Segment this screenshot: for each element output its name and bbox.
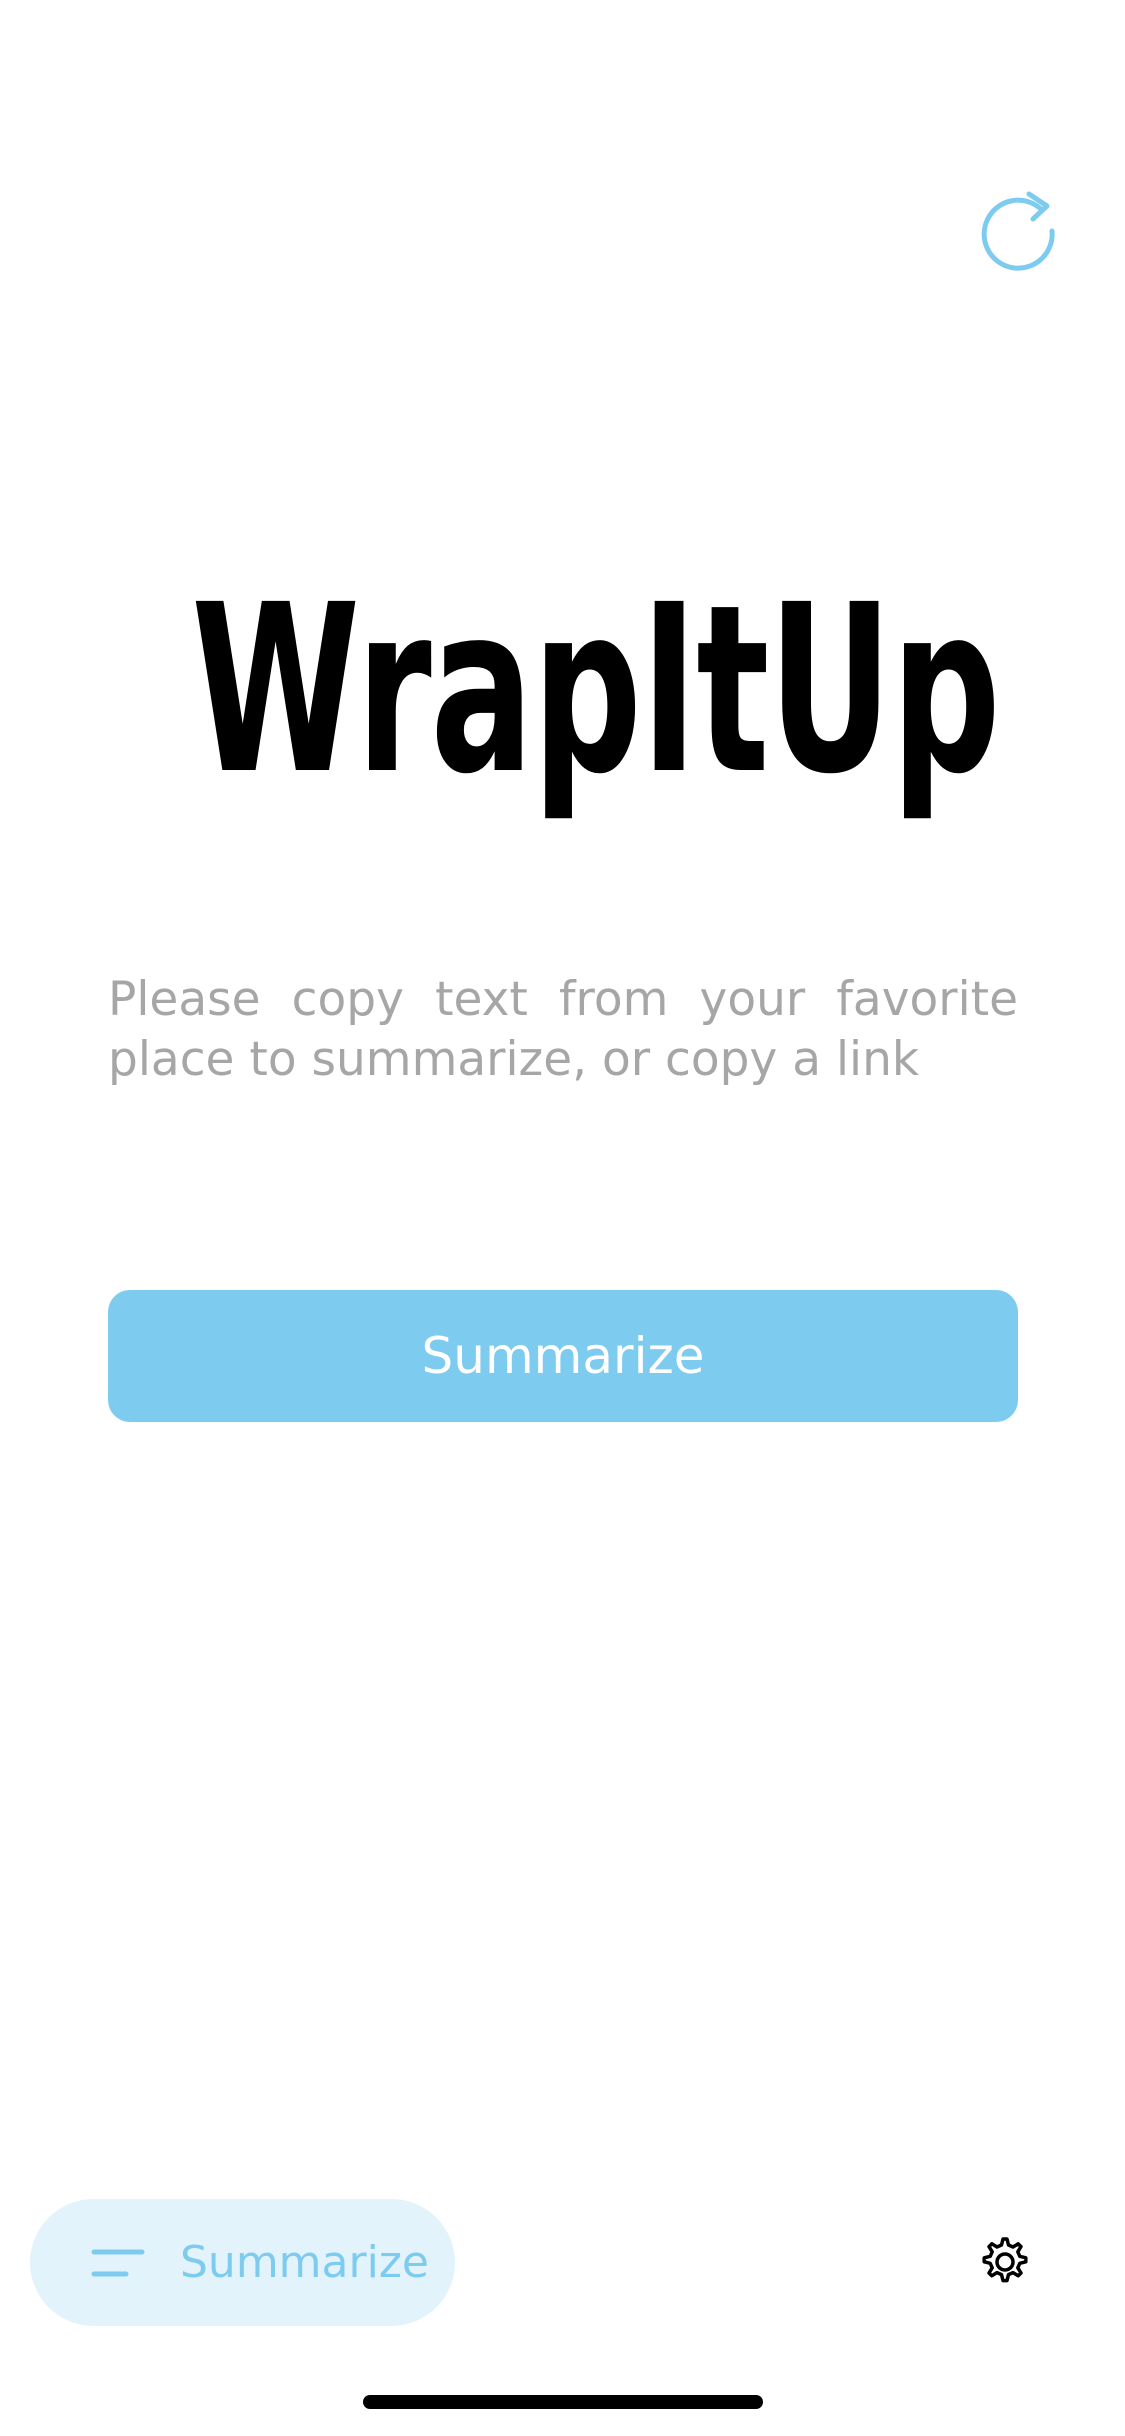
settings-button[interactable] — [975, 2236, 1031, 2292]
refresh-button[interactable] — [970, 185, 1066, 281]
gear-icon — [975, 2234, 1031, 2294]
tab-summarize-label: Summarize — [180, 2237, 429, 2288]
app-title: WrapItUp — [191, 555, 1001, 825]
lines-icon — [90, 2243, 146, 2283]
instructions-text: Please copy text from your favorite plac… — [108, 972, 1018, 1087]
refresh-icon — [975, 188, 1061, 278]
summarize-button[interactable]: Summarize — [108, 1290, 1018, 1422]
tab-summarize[interactable]: Summarize — [30, 2199, 455, 2326]
home-indicator — [363, 2395, 763, 2409]
app-screen: WrapItUp Please copy text from your favo… — [0, 0, 1125, 2436]
